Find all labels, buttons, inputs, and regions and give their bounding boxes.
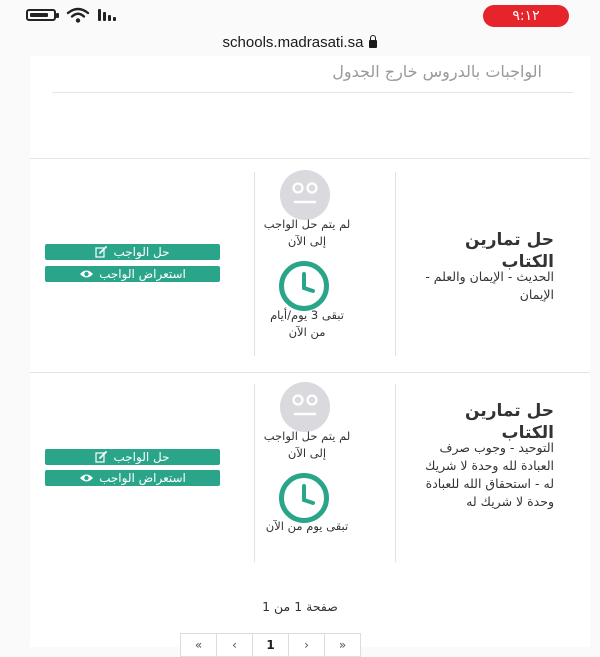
signal-icon — [98, 9, 116, 21]
divider — [52, 92, 573, 93]
time-remaining: تبقى 3 يوم/أيام من الآن — [270, 308, 344, 339]
edit-icon — [95, 246, 108, 258]
neutral-face-icon — [280, 170, 330, 220]
view-button-label: استعراض الواجب — [99, 267, 186, 281]
divider — [30, 372, 590, 373]
lesson-title: حل تمارين الكتاب — [465, 230, 554, 272]
pagination: « ‹ 1 › » — [180, 633, 361, 657]
divider — [254, 384, 255, 562]
solve-button-label: حل الواجب — [113, 245, 170, 259]
url-text[interactable]: schools.madrasati.sa — [223, 34, 364, 51]
clock-icon — [279, 261, 329, 311]
next-page-button[interactable]: › — [288, 633, 325, 657]
lesson-title: حل تمارين الكتاب — [465, 401, 554, 443]
wifi-icon — [66, 7, 90, 23]
lesson-description: الحديث - الإيمان والعلم - الإيمان — [425, 269, 554, 302]
assignment-status: لم يتم حل الواجب إلى الآن — [263, 217, 351, 248]
view-assignment-button[interactable]: استعراض الواجب — [45, 470, 220, 486]
assignments-panel — [30, 56, 590, 647]
time-remaining: تبقى يوم من الآن — [265, 519, 349, 533]
edit-icon — [95, 451, 108, 463]
divider — [30, 158, 590, 159]
solve-assignment-button[interactable]: حل الواجب — [45, 449, 220, 465]
solve-button-label: حل الواجب — [113, 450, 170, 464]
divider — [395, 384, 396, 562]
status-time: ٩:١٢ — [483, 5, 569, 27]
page-1-button[interactable]: 1 — [252, 633, 289, 657]
prev-page-button[interactable]: ‹ — [216, 633, 253, 657]
eye-icon — [79, 473, 94, 483]
pagination-summary: صفحة 1 من 1 — [262, 599, 338, 614]
eye-icon — [79, 269, 94, 279]
clock-icon — [279, 473, 329, 523]
section-title: الواجبات بالدروس خارج الجدول — [332, 62, 542, 81]
solve-assignment-button[interactable]: حل الواجب — [45, 244, 220, 260]
neutral-face-icon — [280, 382, 330, 432]
address-bar[interactable]: schools.madrasati.sa — [0, 30, 600, 54]
battery-icon — [26, 9, 59, 21]
status-bar: ٩:١٢ — [0, 0, 600, 28]
divider — [395, 172, 396, 356]
lock-icon — [369, 35, 378, 48]
first-page-button[interactable]: « — [180, 633, 217, 657]
view-button-label: استعراض الواجب — [99, 471, 186, 485]
last-page-button[interactable]: » — [324, 633, 361, 657]
divider — [254, 172, 255, 356]
lesson-description: التوحيد - وجوب صرف العبادة لله وحدة لا ش… — [425, 440, 554, 509]
assignment-status: لم يتم حل الواجب إلى الآن — [263, 429, 351, 460]
view-assignment-button[interactable]: استعراض الواجب — [45, 266, 220, 282]
